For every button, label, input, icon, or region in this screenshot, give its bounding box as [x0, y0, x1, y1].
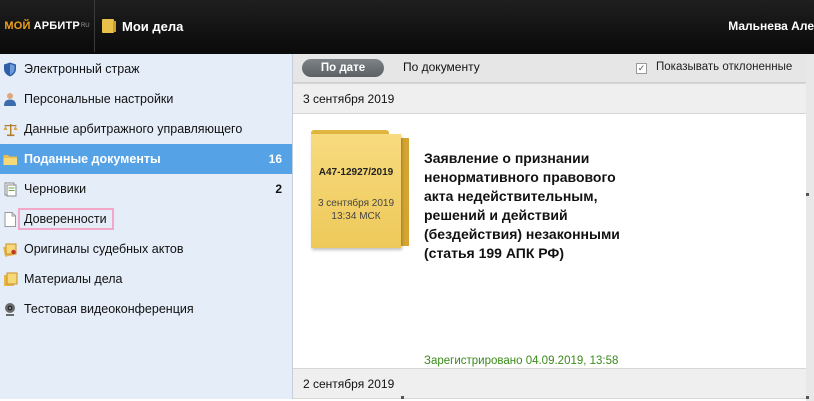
case-folder-icon[interactable]: А47-12927/2019 3 сентября 2019 13:34 МСК [311, 130, 409, 250]
sort-by-document-button[interactable]: По документу [403, 60, 480, 74]
registration-status: Зарегистрировано 04.09.2019, 13:58 [424, 355, 619, 367]
sidebar-item-label: Данные арбитражного управляющего [24, 122, 243, 136]
sidebar-item-powers-of-attorney[interactable]: Доверенности [0, 204, 292, 234]
draft-icon [2, 181, 18, 197]
folder-front [311, 134, 401, 248]
filter-bar: По дате По документу ✓ Показывать отклон… [293, 54, 806, 83]
show-rejected-label: Показывать отклоненные [656, 61, 793, 73]
sidebar-item-test-videoconference[interactable]: Тестовая видеоконференция [0, 294, 292, 324]
date-group-header: 2 сентября 2019 [293, 368, 806, 399]
webcam-icon [2, 301, 18, 317]
sidebar-item-label: Персональные настройки [24, 92, 174, 106]
filed-date: 3 сентября 2019 [317, 198, 395, 209]
filed-datetime: 3 сентября 2019 13:34 МСК [311, 197, 401, 223]
sidebar-item-label: Тестовая видеоконференция [24, 302, 194, 316]
resize-handle[interactable] [806, 193, 809, 196]
sidebar-item-label: Оригиналы судебных актов [24, 242, 184, 256]
my-affairs-link[interactable]: Мои дела [94, 0, 183, 52]
sidebar-item-electronic-guard[interactable]: Электронный страж [0, 54, 292, 84]
show-rejected-checkbox[interactable]: ✓ [636, 63, 647, 74]
user-name[interactable]: Мальнева Але [728, 0, 814, 52]
folder-icon [2, 151, 18, 167]
sidebar-item-personal-settings[interactable]: Персональные настройки [0, 84, 292, 114]
sidebar-item-label: Материалы дела [24, 272, 123, 286]
filed-time: 13:34 МСК [331, 211, 381, 222]
my-affairs-label: Мои дела [122, 18, 184, 34]
date-group-header: 3 сентября 2019 [293, 83, 806, 114]
resize-handle[interactable] [401, 396, 404, 399]
resize-handle[interactable] [806, 396, 809, 399]
case-materials-icon [2, 271, 18, 287]
originals-icon [2, 241, 18, 257]
count-badge: 2 [275, 182, 282, 196]
sidebar-item-court-originals[interactable]: Оригиналы судебных актов [0, 234, 292, 264]
top-bar: МОЙ АРБИТР RU Мои дела Мальнева Але [0, 0, 814, 54]
right-edge-panel [806, 54, 814, 401]
case-number: А47-12927/2019 [318, 167, 394, 178]
logo-sup: RU [80, 23, 90, 29]
document-icon [2, 211, 18, 227]
scales-icon [2, 121, 18, 137]
logo[interactable]: МОЙ АРБИТР RU [0, 0, 95, 52]
sidebar-item-label: Доверенности [18, 208, 114, 230]
sidebar: Электронный страж Персональные настройки… [0, 54, 293, 399]
logo-part1: МОЙ [4, 20, 31, 32]
main-content: По дате По документу ✓ Показывать отклон… [293, 54, 806, 399]
sidebar-item-label: Электронный страж [24, 62, 140, 76]
sidebar-item-label: Поданные документы [24, 152, 161, 166]
sidebar-item-case-materials[interactable]: Материалы дела [0, 264, 292, 294]
shield-icon [2, 61, 18, 77]
sidebar-item-submitted-documents[interactable]: Поданные документы 16 [0, 144, 292, 174]
person-icon [2, 91, 18, 107]
logo-part2: АРБИТР [33, 20, 80, 32]
document-card[interactable]: А47-12927/2019 3 сентября 2019 13:34 МСК… [293, 112, 806, 370]
date-group-label: 2 сентября 2019 [303, 377, 395, 391]
sort-by-date-button[interactable]: По дате [302, 59, 384, 77]
folder-icon [102, 19, 116, 33]
count-badge: 16 [268, 152, 282, 166]
sidebar-item-label: Черновики [24, 182, 87, 196]
document-title[interactable]: Заявление о признании ненормативного пра… [424, 149, 639, 263]
sidebar-item-drafts[interactable]: Черновики 2 [0, 174, 292, 204]
sidebar-item-arbitration-manager[interactable]: Данные арбитражного управляющего [0, 114, 292, 144]
date-group-label: 3 сентября 2019 [303, 92, 395, 106]
